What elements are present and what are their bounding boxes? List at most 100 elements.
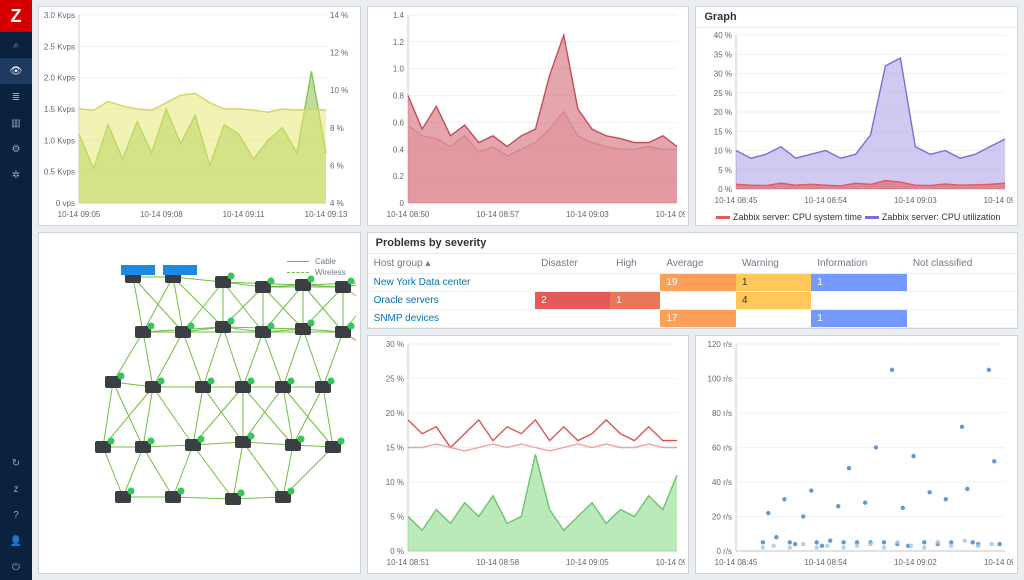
svg-text:10-14 08:57: 10-14 08:57 — [476, 210, 519, 219]
svg-text:10-14 09:10: 10-14 09:10 — [655, 210, 684, 219]
panel-chart-5: 0 r/s20 r/s40 r/s60 r/s80 r/s100 r/s120 … — [695, 335, 1018, 574]
svg-text:14 %: 14 % — [330, 11, 348, 20]
svg-text:0 %: 0 % — [390, 547, 404, 556]
svg-text:10 %: 10 % — [385, 478, 403, 487]
svg-text:6 %: 6 % — [330, 161, 344, 170]
wrench-icon[interactable]: ⚙ — [0, 136, 32, 162]
svg-text:10-14 09:14: 10-14 09:14 — [655, 558, 684, 567]
svg-text:30 %: 30 % — [714, 70, 732, 79]
svg-text:10-14 09:11: 10-14 09:11 — [223, 210, 266, 219]
panel-chart-3: Graph 0 %5 %10 %15 %20 %25 %30 %35 %40 %… — [695, 6, 1018, 226]
svg-text:10 %: 10 % — [330, 86, 348, 95]
table-row: Oracle servers 21 4 — [368, 292, 1017, 310]
main-dashboard: 0 vps 0.5 Kvps 1.0 Kvps 1.5 Kvps 2.0 Kvps 2.5… — [32, 0, 1024, 580]
svg-text:0.2: 0.2 — [393, 172, 405, 181]
svg-text:2.5 Kvps: 2.5 Kvps — [44, 42, 75, 51]
panel-chart-4: 0 % 5 % 10 % 15 % 20 % 25 % 30 % 10-14 08:51 10-… — [367, 335, 690, 574]
svg-text:0: 0 — [399, 199, 404, 208]
gear-icon[interactable]: ✲ — [0, 162, 32, 188]
col-information[interactable]: Information — [811, 254, 907, 274]
col-hostgroup[interactable]: Host group ▴ — [368, 254, 536, 274]
power-icon[interactable]: ⏻ — [0, 554, 32, 580]
svg-text:10-14 09:05: 10-14 09:05 — [58, 210, 101, 219]
svg-text:25 %: 25 % — [714, 89, 732, 98]
user-icon[interactable]: 👤 — [0, 528, 32, 554]
svg-text:10 %: 10 % — [714, 147, 732, 156]
panel-title: Graph — [696, 7, 1017, 28]
svg-text:35 %: 35 % — [714, 50, 732, 59]
svg-text:25 %: 25 % — [385, 375, 403, 384]
support-icon[interactable]: z — [0, 476, 32, 502]
svg-text:0.5 Kvps: 0.5 Kvps — [44, 168, 75, 177]
severity-cell-average[interactable]: 19 — [660, 274, 736, 292]
panel-problems-container: Problems by severity Host group ▴ Disast… — [367, 232, 1018, 574]
svg-text:80 r/s: 80 r/s — [712, 409, 732, 418]
panel-chart-2: 00.20.40.60.81.01.21.410-14 08:5010-14 0… — [367, 6, 690, 226]
svg-text:10-14 09:10: 10-14 09:10 — [984, 196, 1013, 205]
svg-text:1.2: 1.2 — [393, 38, 405, 47]
severity-cell-warning[interactable]: 4 — [736, 292, 811, 310]
logo[interactable]: Z — [0, 0, 32, 32]
svg-text:2.0 Kvps: 2.0 Kvps — [44, 74, 75, 83]
svg-text:10-14 09:02: 10-14 09:02 — [894, 558, 937, 567]
svg-text:30 %: 30 % — [385, 340, 403, 349]
svg-text:0.6: 0.6 — [393, 118, 405, 127]
svg-text:10-14 09:03: 10-14 09:03 — [894, 196, 937, 205]
search-icon[interactable]: ⌕ — [0, 32, 32, 58]
svg-text:20 %: 20 % — [714, 108, 732, 117]
svg-text:10-14 08:51: 10-14 08:51 — [386, 558, 429, 567]
severity-cell-average[interactable]: 17 — [660, 310, 736, 328]
panel-problems: Problems by severity Host group ▴ Disast… — [367, 232, 1018, 329]
panel-topology: Cable Wireless — [38, 232, 361, 574]
svg-text:10-14 08:58: 10-14 08:58 — [476, 558, 519, 567]
hostgroup-link[interactable]: SNMP devices — [374, 313, 439, 324]
svg-text:0.4: 0.4 — [393, 145, 405, 154]
severity-cell-disaster[interactable]: 2 — [535, 292, 610, 310]
svg-text:1.0: 1.0 — [393, 65, 405, 74]
svg-text:5 %: 5 % — [390, 513, 404, 522]
svg-text:10-14 08:50: 10-14 08:50 — [386, 210, 429, 219]
refresh-icon[interactable]: ↻ — [0, 450, 32, 476]
col-notclassified[interactable]: Not classified — [907, 254, 1017, 274]
svg-text:8 %: 8 % — [330, 124, 344, 133]
svg-text:0 vps: 0 vps — [56, 199, 75, 208]
severity-cell-high[interactable]: 1 — [610, 292, 660, 310]
table-row: New York Data center1911 — [368, 274, 1017, 292]
svg-text:20 %: 20 % — [385, 409, 403, 418]
svg-text:10-14 09:13: 10-14 09:13 — [305, 210, 348, 219]
svg-text:10-14 09:05: 10-14 09:05 — [566, 558, 609, 567]
svg-text:10-14 09:11: 10-14 09:11 — [984, 558, 1013, 567]
svg-text:10-14 08:54: 10-14 08:54 — [805, 558, 848, 567]
svg-text:10-14 08:45: 10-14 08:45 — [715, 558, 758, 567]
problems-title: Problems by severity — [368, 233, 1017, 254]
eye-icon[interactable]: 👁 — [0, 58, 32, 84]
svg-text:10-14 08:54: 10-14 08:54 — [805, 196, 848, 205]
sidebar: Z ⌕👁≣▥⚙✲ ↻z?👤⏻ — [0, 0, 32, 580]
svg-text:4 %: 4 % — [330, 199, 344, 208]
svg-text:0 r/s: 0 r/s — [717, 547, 733, 556]
hostgroup-link[interactable]: Oracle servers — [374, 295, 439, 306]
col-high[interactable]: High — [610, 254, 660, 274]
svg-text:40 %: 40 % — [714, 31, 732, 40]
svg-text:100 r/s: 100 r/s — [708, 375, 732, 384]
severity-cell-information[interactable]: 1 — [811, 274, 907, 292]
svg-text:15 %: 15 % — [385, 444, 403, 453]
chart-icon[interactable]: ▥ — [0, 110, 32, 136]
severity-cell-information[interactable]: 1 — [811, 310, 907, 328]
severity-cell-warning[interactable]: 1 — [736, 274, 811, 292]
svg-text:1.5 Kvps: 1.5 Kvps — [44, 105, 75, 114]
list-icon[interactable]: ≣ — [0, 84, 32, 110]
svg-text:10-14 09:03: 10-14 09:03 — [566, 210, 609, 219]
col-average[interactable]: Average — [660, 254, 736, 274]
hostgroup-link[interactable]: New York Data center — [374, 277, 471, 288]
svg-text:20 r/s: 20 r/s — [712, 513, 732, 522]
svg-text:40 r/s: 40 r/s — [712, 478, 732, 487]
svg-text:0 %: 0 % — [719, 185, 733, 194]
col-disaster[interactable]: Disaster — [535, 254, 610, 274]
svg-text:1.0 Kvps: 1.0 Kvps — [44, 136, 75, 145]
help-icon[interactable]: ? — [0, 502, 32, 528]
svg-text:10-14 09:08: 10-14 09:08 — [140, 210, 183, 219]
col-warning[interactable]: Warning — [736, 254, 811, 274]
svg-text:5 %: 5 % — [719, 166, 733, 175]
topology-legend: Cable Wireless — [287, 255, 346, 279]
